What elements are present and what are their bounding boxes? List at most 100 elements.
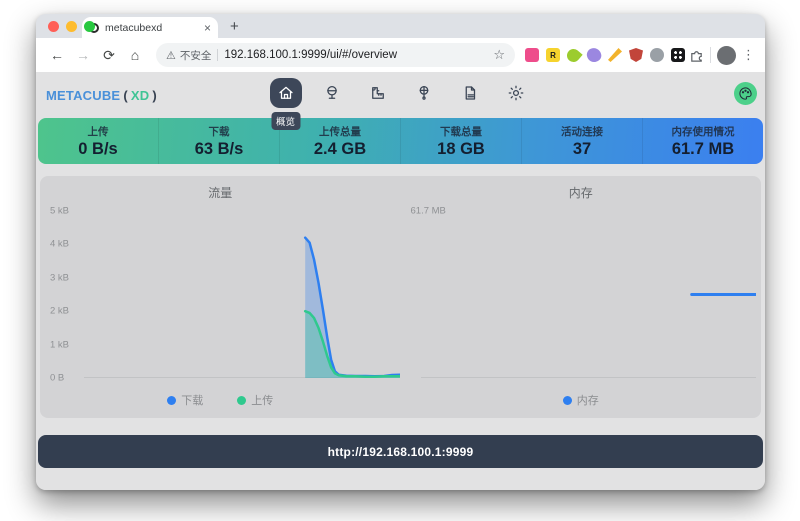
zoom-window-button[interactable]	[84, 21, 95, 32]
extension-black-grid-icon[interactable]	[671, 48, 685, 62]
reload-icon[interactable]: ⟳	[98, 47, 120, 64]
brand-name: METACUBE	[46, 88, 120, 103]
back-icon[interactable]: ←	[46, 47, 68, 63]
nav-overview-button[interactable]: 概览	[270, 78, 302, 108]
browser-toolbar: ← → ⟳ ⌂ ⚠ 不安全 192.168.100.1:9999/ui/#/ov…	[36, 38, 765, 72]
nav-config-button[interactable]	[500, 78, 532, 108]
backend-url-bar[interactable]: http://192.168.100.1:9999	[38, 435, 763, 468]
extension-green-leaf-icon[interactable]	[564, 46, 582, 64]
nav-tooltip: 概览	[271, 112, 300, 130]
stat-label: 下载总量	[440, 124, 482, 139]
security-chip[interactable]: ⚠ 不安全	[166, 48, 211, 63]
toolbar-divider	[710, 47, 711, 63]
y-tick-label: 5 kB	[50, 206, 69, 217]
window-controls	[48, 21, 95, 32]
tab-title: metacubexd	[105, 22, 198, 34]
extensions-puzzle-icon[interactable]	[689, 48, 704, 63]
new-tab-button[interactable]: +	[230, 18, 239, 35]
traffic-plot-area[interactable]	[84, 211, 400, 378]
y-tick-label: 2 kB	[50, 306, 69, 317]
y-tick-label: 3 kB	[50, 272, 69, 283]
legend-item[interactable]: 内存	[563, 392, 599, 408]
security-label: 不安全	[180, 48, 212, 63]
gear-icon	[507, 84, 525, 102]
browser-window: metacubexd × + ← → ⟳ ⌂ ⚠ 不安全 192.168.100…	[36, 14, 765, 490]
y-tick-label: 1 kB	[50, 339, 69, 350]
stat-label: 活动连接	[561, 124, 603, 139]
brand-paren-close: )	[152, 88, 157, 103]
main-nav: 概览	[270, 78, 532, 108]
traffic-chart: 流量 5 kB 4 kB 3 kB 2 kB 1 kB 0 B 下载 上传	[40, 176, 401, 418]
y-tick-label: 4 kB	[50, 239, 69, 250]
globe-stand-icon	[323, 84, 341, 102]
network-pin-icon	[415, 84, 433, 102]
stat-value: 2.4 GB	[314, 140, 366, 159]
legend-item[interactable]: 下载	[167, 392, 203, 408]
address-bar[interactable]: ⚠ 不安全 192.168.100.1:9999/ui/#/overview ☆	[156, 43, 515, 67]
nav-proxies-button[interactable]	[316, 78, 348, 108]
y-axis-ticks: 5 kB4 kB3 kB2 kB1 kB0 B	[50, 211, 82, 378]
nav-rules-button[interactable]	[362, 78, 394, 108]
stat-label: 内存使用情况	[672, 124, 735, 139]
legend-item[interactable]: 上传	[237, 392, 273, 408]
legend-dot-icon	[167, 396, 176, 405]
stat-value: 63 B/s	[195, 140, 244, 159]
bookmark-star-icon[interactable]: ☆	[493, 47, 505, 63]
theme-switcher-button[interactable]	[734, 82, 757, 105]
legend-label: 上传	[251, 392, 273, 408]
extension-purple-blob-icon[interactable]	[585, 46, 603, 64]
tab-strip: metacubexd × +	[36, 14, 765, 38]
stat-cell: 活动连接37	[521, 118, 642, 164]
extension-orange-pen-icon[interactable]	[608, 48, 622, 62]
brand-suffix: XD	[131, 88, 149, 103]
memory-chart: 内存 61.7 MB 内存	[401, 176, 762, 418]
stat-label: 上传总量	[319, 124, 361, 139]
browser-tab[interactable]: metacubexd ×	[82, 17, 218, 38]
stat-value: 18 GB	[437, 140, 485, 159]
browser-menu-icon[interactable]: ⋮	[742, 47, 755, 63]
profile-avatar[interactable]	[717, 46, 736, 65]
extension-pink-badge-icon[interactable]	[525, 48, 539, 62]
extensions-row: R	[525, 48, 685, 62]
backend-url-text: http://192.168.100.1:9999	[328, 445, 474, 459]
legend-dot-icon	[237, 396, 246, 405]
extension-red-shield-icon[interactable]	[629, 48, 643, 62]
chip-divider	[217, 49, 218, 61]
stat-cell: 下载总量18 GB	[400, 118, 521, 164]
document-icon	[461, 84, 479, 102]
home-icon	[277, 84, 295, 102]
memory-legend: 内存	[401, 392, 762, 408]
legend-label: 下载	[181, 392, 203, 408]
extension-gray-circle-icon[interactable]	[650, 48, 664, 62]
chart-title: 流量	[40, 184, 401, 201]
warning-icon: ⚠	[166, 49, 176, 62]
forward-icon[interactable]: →	[72, 47, 94, 63]
extension-yellow-r-icon[interactable]: R	[546, 48, 560, 62]
brand-logo[interactable]: METACUBE ( XD )	[46, 88, 157, 103]
chart-title: 内存	[401, 184, 762, 201]
y-tick-label: 0 B	[50, 373, 64, 384]
traffic-legend: 下载 上传	[40, 392, 401, 408]
close-window-button[interactable]	[48, 21, 59, 32]
brand-paren-open: (	[123, 88, 128, 103]
legend-label: 内存	[577, 392, 599, 408]
stat-value: 37	[573, 140, 591, 159]
minimize-window-button[interactable]	[66, 21, 77, 32]
stats-bar: 上传0 B/s下载63 B/s上传总量2.4 GB下载总量18 GB活动连接37…	[38, 118, 763, 164]
stat-label: 下载	[209, 124, 230, 139]
tab-close-icon[interactable]: ×	[204, 21, 211, 35]
palette-icon	[738, 86, 753, 101]
app-header: METACUBE ( XD ) 概览	[38, 72, 763, 118]
stat-value: 61.7 MB	[672, 140, 734, 159]
nav-connections-button[interactable]	[408, 78, 440, 108]
charts-panel: 流量 5 kB 4 kB 3 kB 2 kB 1 kB 0 B 下载 上传 内存 61.7 …	[40, 176, 761, 418]
ruler-icon	[369, 84, 387, 102]
browser-home-icon[interactable]: ⌂	[124, 47, 146, 63]
memory-plot-area[interactable]	[421, 211, 756, 378]
metacubexd-app: METACUBE ( XD ) 概览	[36, 72, 765, 490]
stat-label: 上传	[88, 124, 109, 139]
url-text[interactable]: 192.168.100.1:9999/ui/#/overview	[224, 49, 487, 61]
stat-cell: 下载63 B/s	[158, 118, 279, 164]
stat-cell: 上传0 B/s	[38, 118, 158, 164]
nav-logs-button[interactable]	[454, 78, 486, 108]
